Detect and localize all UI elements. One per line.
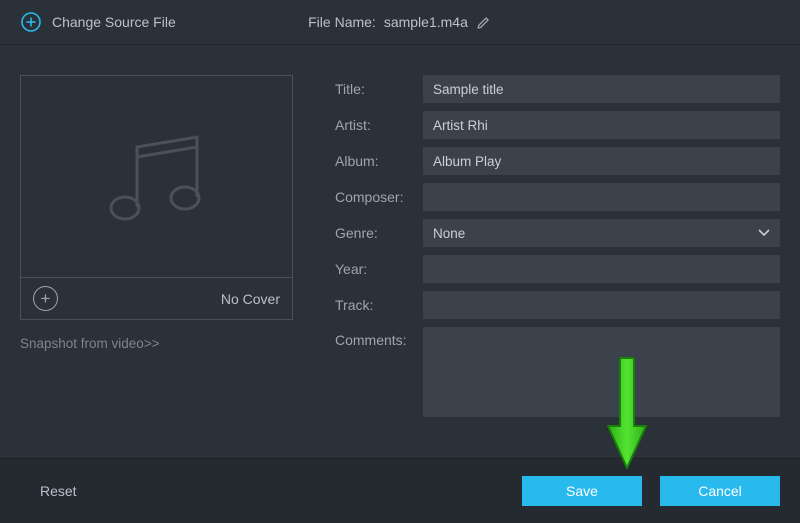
cover-footer: + No Cover xyxy=(21,277,292,319)
genre-row: Genre: None xyxy=(335,219,780,247)
composer-row: Composer: xyxy=(335,183,780,211)
snapshot-from-video-link[interactable]: Snapshot from video>> xyxy=(20,336,160,351)
save-button[interactable]: Save xyxy=(522,476,642,506)
track-label: Track: xyxy=(335,297,413,313)
artist-label: Artist: xyxy=(335,117,413,133)
no-cover-label: No Cover xyxy=(221,291,280,307)
change-source-file-button[interactable]: Change Source File xyxy=(20,11,176,33)
genre-select[interactable]: None xyxy=(423,219,780,247)
album-row: Album: xyxy=(335,147,780,175)
chevron-down-icon xyxy=(758,229,770,237)
artist-row: Artist: xyxy=(335,111,780,139)
file-name-value: sample1.m4a xyxy=(384,14,468,30)
edit-icon[interactable] xyxy=(476,14,492,30)
music-note-icon xyxy=(92,112,222,242)
top-bar: Change Source File File Name: sample1.m4… xyxy=(0,0,800,45)
album-input[interactable] xyxy=(423,147,780,175)
composer-input[interactable] xyxy=(423,183,780,211)
add-cover-button[interactable]: + xyxy=(33,286,58,311)
title-input[interactable] xyxy=(423,75,780,103)
album-label: Album: xyxy=(335,153,413,169)
metadata-form: Title: Artist: Album: Composer: Genre: N… xyxy=(335,75,780,417)
reset-button[interactable]: Reset xyxy=(40,483,77,499)
genre-value: None xyxy=(433,226,465,241)
genre-label: Genre: xyxy=(335,225,413,241)
year-input[interactable] xyxy=(423,255,780,283)
comments-row: Comments: xyxy=(335,327,780,417)
plus-circle-icon xyxy=(20,11,42,33)
content-area: + No Cover Snapshot from video>> Title: … xyxy=(0,45,800,417)
cancel-button[interactable]: Cancel xyxy=(660,476,780,506)
file-name-display: File Name: sample1.m4a xyxy=(308,14,492,30)
year-label: Year: xyxy=(335,261,413,277)
track-input[interactable] xyxy=(423,291,780,319)
file-name-label: File Name: xyxy=(308,14,376,30)
cover-column: + No Cover Snapshot from video>> xyxy=(20,75,295,417)
track-row: Track: xyxy=(335,291,780,319)
comments-input[interactable] xyxy=(423,327,780,417)
cover-art-placeholder xyxy=(21,76,292,277)
comments-label: Comments: xyxy=(335,327,413,348)
bottom-bar: Reset Save Cancel xyxy=(0,458,800,523)
title-row: Title: xyxy=(335,75,780,103)
title-label: Title: xyxy=(335,81,413,97)
cover-art-box: + No Cover xyxy=(20,75,293,320)
year-row: Year: xyxy=(335,255,780,283)
change-source-file-label: Change Source File xyxy=(52,14,176,30)
composer-label: Composer: xyxy=(335,189,413,205)
artist-input[interactable] xyxy=(423,111,780,139)
